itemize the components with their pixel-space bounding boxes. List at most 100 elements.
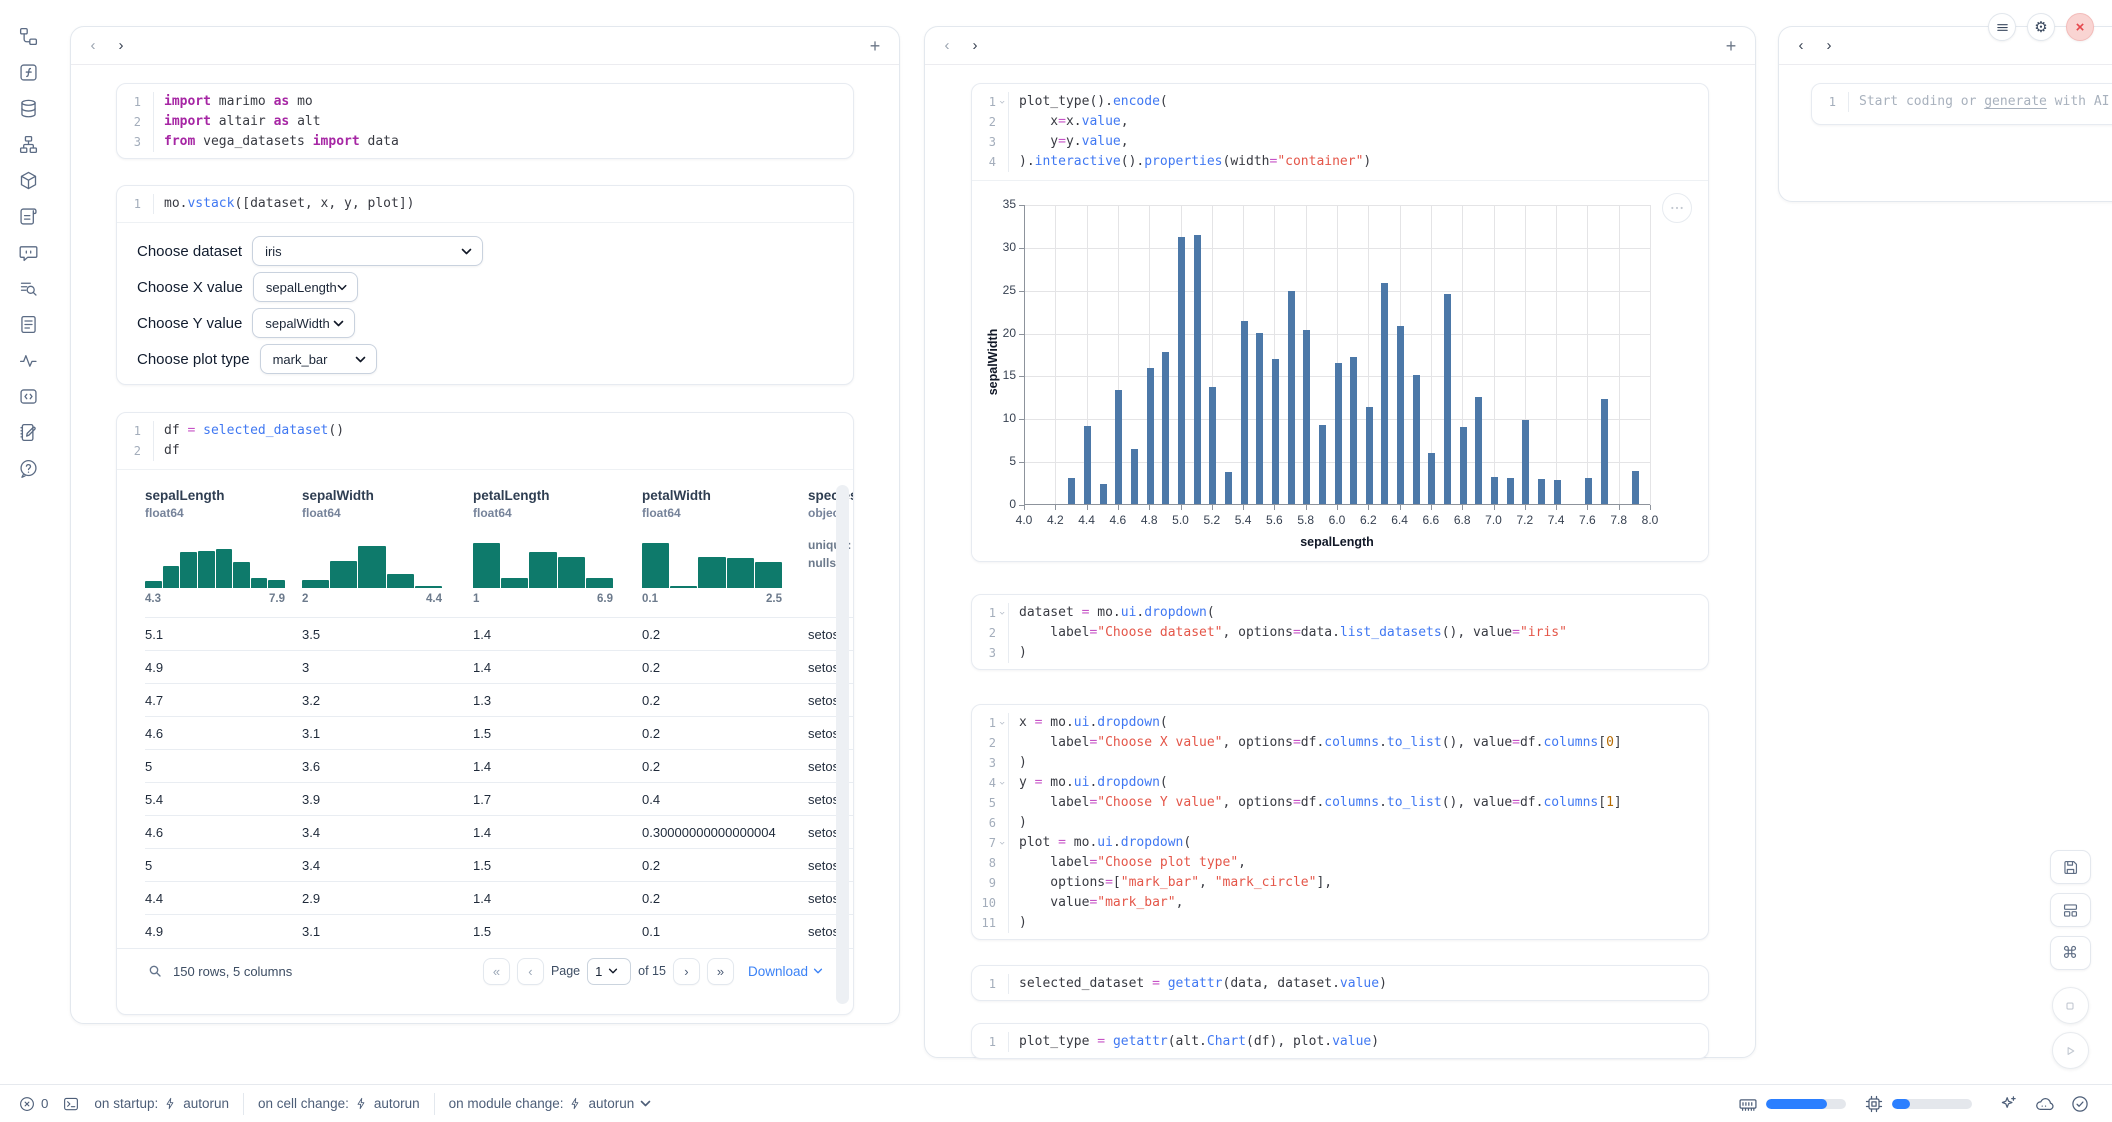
chevron-down-icon: [813, 968, 823, 974]
chevron-down-icon: [337, 284, 347, 291]
dropdown-select[interactable]: sepalWidth: [252, 308, 355, 338]
chart-menu-button[interactable]: [1662, 193, 1692, 223]
ai-chat-icon[interactable]: [10, 234, 46, 270]
bar: [1084, 426, 1091, 504]
fold-toggle-icon[interactable]: ›: [992, 607, 1012, 619]
ai-assist-button[interactable]: [1998, 1094, 2018, 1114]
close-icon: ×: [2076, 19, 2085, 36]
column-next-icon[interactable]: ›: [107, 32, 135, 60]
code-editor[interactable]: 1›mo.vstack([dataset, x, y, plot]): [117, 186, 853, 222]
dropdown-select[interactable]: mark_bar: [260, 344, 377, 374]
scratchpad-icon[interactable]: [10, 414, 46, 450]
download-button[interactable]: Download: [748, 964, 823, 979]
packages-icon[interactable]: [10, 162, 46, 198]
runtime-mode-on-module-change[interactable]: on module change:autorun: [449, 1096, 652, 1111]
column-header[interactable]: sepalWidthfloat6424.4: [302, 470, 473, 618]
snippets-icon[interactable]: [10, 306, 46, 342]
table-row[interactable]: 5.43.91.70.4setosa: [145, 783, 853, 816]
line-number: 3: [972, 132, 996, 152]
bar: [1491, 477, 1498, 504]
logs-icon[interactable]: [10, 198, 46, 234]
connection-status-button[interactable]: [2070, 1094, 2090, 1114]
next-page-button[interactable]: ›: [673, 958, 700, 985]
fold-toggle-icon[interactable]: ›: [992, 96, 1012, 108]
table-scrollbar[interactable]: [836, 485, 849, 1004]
code-editor[interactable]: 1›plot_type = getattr(alt.Chart(df), plo…: [972, 1024, 1708, 1059]
datasources-icon[interactable]: [10, 90, 46, 126]
cloud-status-button[interactable]: [2034, 1094, 2054, 1114]
add-cell-icon[interactable]: +: [861, 32, 889, 60]
table-row[interactable]: 4.63.11.50.2setosa: [145, 717, 853, 750]
code-editor[interactable]: 1›import marimo as mo2›import altair as …: [117, 84, 853, 159]
column-next-icon[interactable]: ›: [1815, 32, 1843, 60]
table-row[interactable]: 53.41.50.2setosa: [145, 849, 853, 882]
first-page-button[interactable]: «: [483, 958, 510, 985]
code-cell-icon[interactable]: [10, 378, 46, 414]
fold-toggle-icon[interactable]: ›: [992, 837, 1012, 849]
fold-toggle-icon[interactable]: ›: [992, 777, 1012, 789]
layout-button[interactable]: [2050, 893, 2091, 927]
table-row[interactable]: 4.931.40.2setosa: [145, 651, 853, 684]
column-range: 4.37.9: [145, 593, 285, 605]
help-icon[interactable]: [10, 450, 46, 486]
close-button[interactable]: ×: [2066, 13, 2094, 41]
bar: [1115, 390, 1122, 504]
gear-icon: ⚙: [2034, 18, 2047, 36]
settings-button[interactable]: ⚙: [2027, 13, 2055, 41]
fold-toggle-icon[interactable]: ›: [992, 717, 1012, 729]
dropdown-select[interactable]: sepalLength: [253, 272, 358, 302]
table-row[interactable]: 5.13.51.40.2setosa: [145, 618, 853, 651]
x-tick-label: 6.8: [1445, 513, 1479, 527]
variables-icon[interactable]: [10, 54, 46, 90]
column-histogram: [302, 538, 442, 588]
column-prev-icon[interactable]: ‹: [79, 32, 107, 60]
save-button[interactable]: [2050, 850, 2091, 884]
code-editor[interactable]: 1›selected_dataset = getattr(data, datas…: [972, 966, 1708, 1001]
column-header[interactable]: petalLengthfloat6416.9: [473, 470, 642, 618]
table-row[interactable]: 53.61.40.2setosa: [145, 750, 853, 783]
documentation-icon[interactable]: [10, 270, 46, 306]
runtime-mode-on-startup[interactable]: on startup:autorun: [94, 1096, 229, 1111]
table-row[interactable]: 4.63.41.40.30000000000000004setosa: [145, 816, 853, 849]
page-select[interactable]: 1: [587, 958, 631, 985]
dropdown-value: sepalLength: [266, 280, 337, 295]
dropdown-value: iris: [265, 244, 461, 259]
column-header[interactable]: sepalLengthfloat644.37.9: [145, 470, 302, 618]
keyboard-shortcuts-button[interactable]: ⌘: [2050, 936, 2091, 970]
column-prev-icon[interactable]: ‹: [1787, 32, 1815, 60]
runtime-mode-on-cell-change[interactable]: on cell change:autorun: [258, 1096, 420, 1111]
chevron-down-icon: [640, 1100, 651, 1107]
terminal-icon: [62, 1095, 80, 1113]
dropdown-select[interactable]: iris: [252, 236, 483, 266]
last-page-button[interactable]: »: [707, 958, 734, 985]
code-editor[interactable]: 1 Start coding or generate with AI: [1812, 84, 2112, 120]
prev-page-button[interactable]: ‹: [517, 958, 544, 985]
code-editor[interactable]: 1›df = selected_dataset()2›df: [117, 413, 853, 469]
table-row[interactable]: 4.73.21.30.2setosa: [145, 684, 853, 717]
stop-button[interactable]: [2052, 987, 2089, 1024]
table-row[interactable]: 4.93.11.50.1setosa: [145, 915, 853, 948]
bar: [1554, 480, 1561, 504]
column-prev-icon[interactable]: ‹: [933, 32, 961, 60]
dependency-graph-icon[interactable]: [10, 126, 46, 162]
file-explorer-icon[interactable]: [10, 18, 46, 54]
errors-indicator[interactable]: 0: [18, 1095, 48, 1113]
add-cell-icon[interactable]: +: [1717, 32, 1745, 60]
column-header[interactable]: petalWidthfloat640.12.5: [642, 470, 808, 618]
terminal-button[interactable]: [62, 1095, 80, 1113]
chart-plot-area[interactable]: [1024, 205, 1650, 505]
run-button[interactable]: [2052, 1032, 2089, 1069]
column-dtype: float64: [302, 506, 463, 520]
code-editor[interactable]: 1›plot_type().encode(2› x=x.value,3› y=y…: [972, 84, 1708, 180]
column-name: sepalWidth: [302, 488, 463, 503]
search-icon[interactable]: [147, 963, 163, 979]
column-next-icon[interactable]: ›: [961, 32, 989, 60]
code-editor[interactable]: 1›x = mo.ui.dropdown(2› label="Choose X …: [972, 705, 1708, 940]
table-row[interactable]: 4.42.91.40.2setosa: [145, 882, 853, 915]
code-editor[interactable]: 1›dataset = mo.ui.dropdown(2› label="Cho…: [972, 595, 1708, 670]
menu-button[interactable]: [1988, 13, 2016, 41]
tracing-icon[interactable]: [10, 342, 46, 378]
table-cell: 1.4: [473, 882, 642, 915]
y-tick-label: 5: [984, 454, 1016, 468]
table-cell: 4.6: [145, 717, 302, 750]
